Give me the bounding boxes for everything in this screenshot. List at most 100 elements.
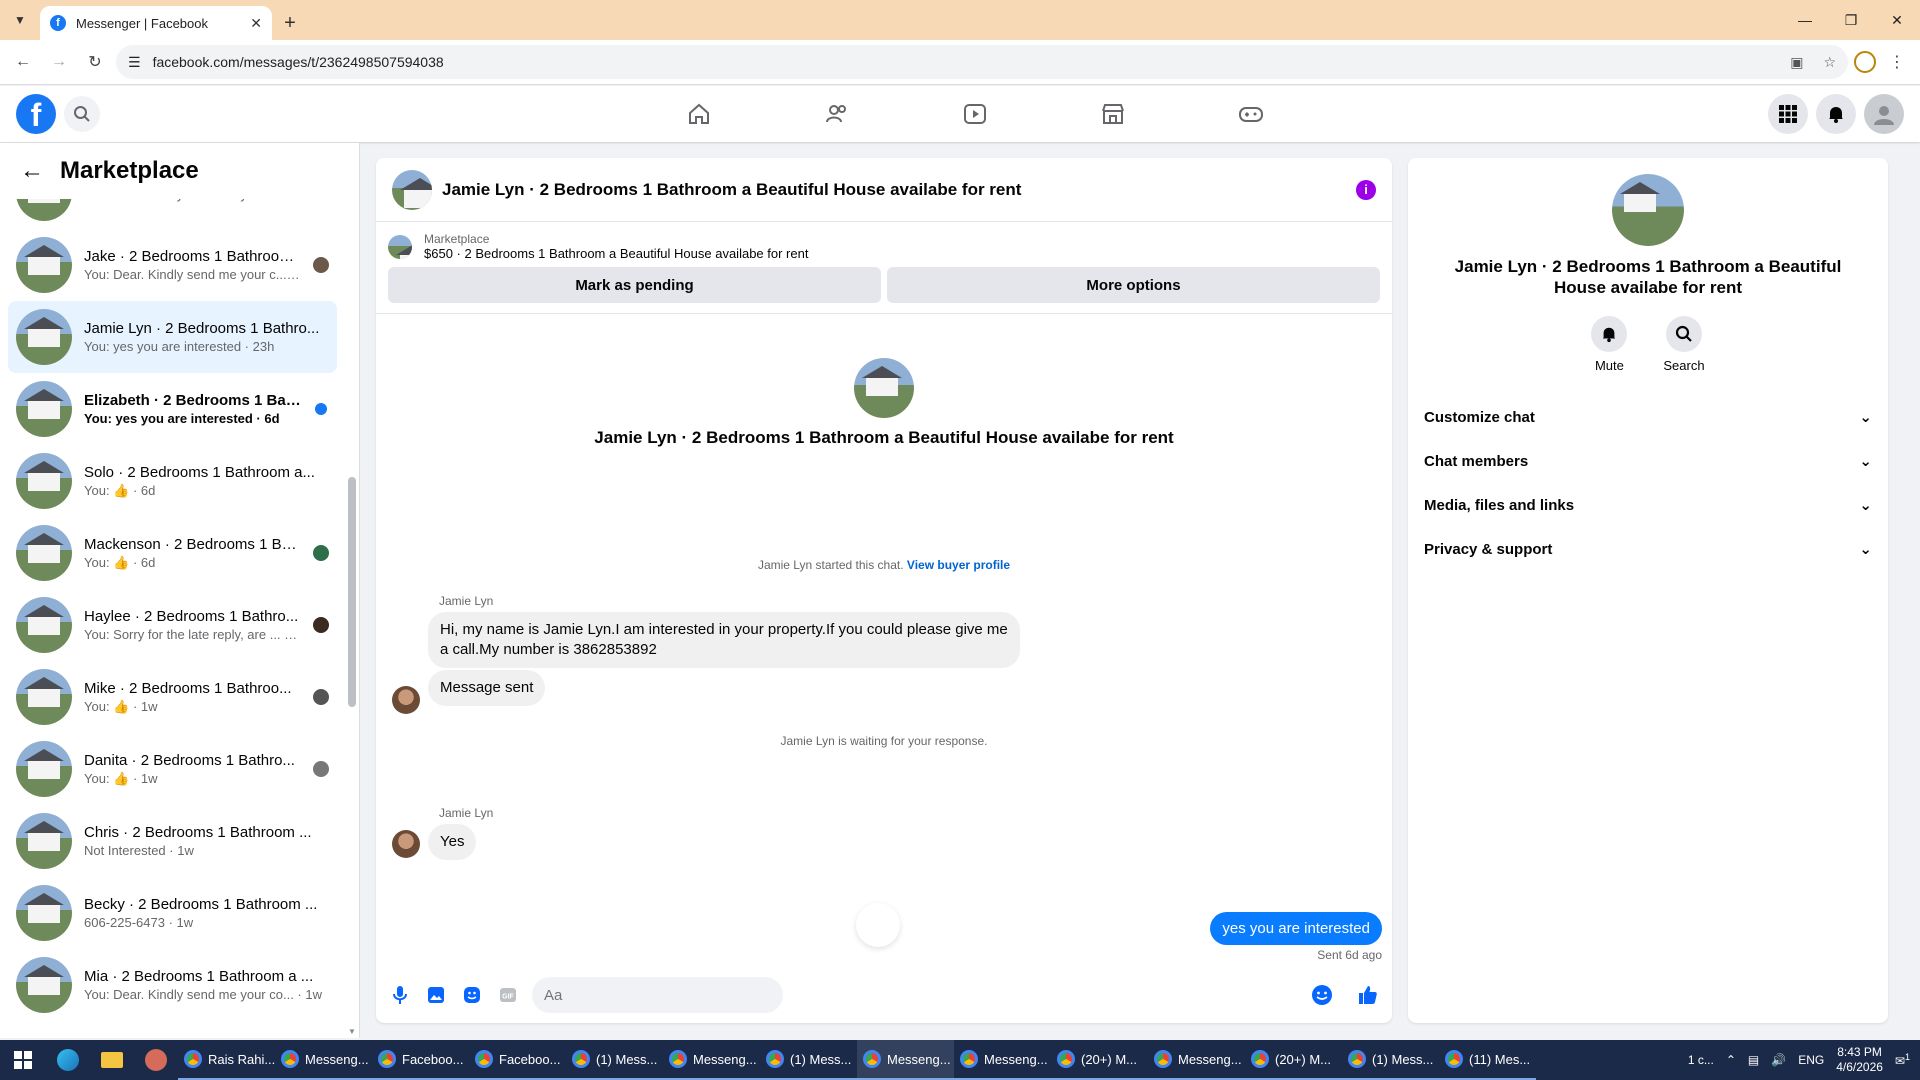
taskbar-app[interactable]: Messeng...: [663, 1040, 760, 1080]
chat-item[interactable]: Mackenson · 2 Bedrooms 1 Ba... You: 👍 · 6…: [8, 517, 337, 589]
reload-icon[interactable]: ↻: [80, 47, 110, 77]
mark-as-pending-button[interactable]: Mark as pending: [388, 267, 881, 303]
taskbar-app[interactable]: (1) Mess...: [760, 1040, 857, 1080]
mute-button[interactable]: Mute: [1591, 316, 1628, 373]
chat-list-scrollbar[interactable]: ▲ ▼: [348, 187, 356, 1037]
conversation-panel: Jamie Lyn · 2 Bedrooms 1 Bathroom a Beau…: [376, 158, 1392, 1023]
sender-avatar[interactable]: [392, 830, 420, 858]
conversation-title[interactable]: Jamie Lyn · 2 Bedrooms 1 Bathroom a Beau…: [442, 180, 1346, 200]
chat-item[interactable]: Jake · 2 Bedrooms 1 Bathroom... You: Dear…: [8, 229, 337, 301]
chat-list: You: Dear. Kindly send me your con... 6d…: [0, 157, 345, 1021]
gaming-icon[interactable]: [1182, 86, 1320, 142]
network-icon[interactable]: ▤: [1748, 1053, 1759, 1067]
taskbar-app[interactable]: (1) Mess...: [1342, 1040, 1439, 1080]
chat-item[interactable]: Becky · 2 Bedrooms 1 Bathroom ... 606-225…: [8, 877, 337, 949]
listing-thumbnail: [16, 741, 72, 797]
taskbar-app[interactable]: Messeng...: [275, 1040, 372, 1080]
info-avatar[interactable]: [1612, 174, 1684, 246]
marketplace-icon[interactable]: [1044, 86, 1182, 142]
taskbar-app[interactable]: Messeng...: [1148, 1040, 1245, 1080]
menu-grid-icon[interactable]: [1768, 94, 1808, 134]
sender-avatar[interactable]: [392, 686, 420, 714]
gif-icon[interactable]: GIF: [496, 983, 520, 1007]
language-indicator[interactable]: ENG: [1798, 1053, 1824, 1067]
facebook-logo-icon[interactable]: f: [16, 94, 56, 134]
bookmark-star-icon[interactable]: ☆: [1823, 54, 1836, 71]
windows-start-icon[interactable]: [0, 1040, 46, 1080]
listing-summary[interactable]: Marketplace $650 · 2 Bedrooms 1 Bathroom…: [388, 232, 1380, 261]
browser-tab-messenger[interactable]: f Messenger | Facebook ✕: [40, 6, 272, 40]
section-media-files-links[interactable]: Media, files and links ⌄: [1424, 483, 1872, 527]
close-window-icon[interactable]: ✕: [1874, 0, 1920, 40]
back-arrow-icon[interactable]: ←: [20, 157, 44, 185]
taskbar-app[interactable]: Faceboo...: [469, 1040, 566, 1080]
friends-icon[interactable]: [768, 86, 906, 142]
outgoing-message[interactable]: yes you are interested: [1210, 912, 1382, 945]
taskbar-app[interactable]: (20+) M...: [1051, 1040, 1148, 1080]
new-tab-plus-icon[interactable]: +: [272, 6, 308, 40]
tab-search-chevron-icon[interactable]: ▼: [0, 0, 40, 40]
minimize-icon[interactable]: —: [1782, 0, 1828, 40]
photo-attach-icon[interactable]: [424, 983, 448, 1007]
site-settings-icon[interactable]: ☰: [128, 54, 141, 71]
install-app-icon[interactable]: ▣: [1790, 54, 1803, 71]
incoming-message[interactable]: Yes: [428, 824, 477, 860]
section-chat-members[interactable]: Chat members ⌄: [1424, 439, 1872, 483]
forward-arrow-icon[interactable]: →: [44, 47, 74, 77]
section-privacy-support[interactable]: Privacy & support ⌄: [1424, 527, 1872, 571]
view-buyer-profile-link[interactable]: View buyer profile: [907, 558, 1010, 572]
taskbar-app[interactable]: Messeng...: [954, 1040, 1051, 1080]
info-icon[interactable]: i: [1356, 179, 1376, 200]
chat-item[interactable]: Mia · 2 Bedrooms 1 Bathroom a ... You: De…: [8, 949, 337, 1021]
back-arrow-icon[interactable]: ←: [8, 47, 38, 77]
emoji-icon[interactable]: [1310, 983, 1334, 1012]
watch-video-icon[interactable]: [906, 86, 1044, 142]
incoming-message[interactable]: Hi, my name is Jamie Lyn.I am interested…: [428, 612, 1020, 668]
scroll-to-bottom-indicator[interactable]: [856, 903, 900, 947]
scrollbar-thumb[interactable]: [348, 477, 356, 707]
tray-weather-text[interactable]: 1 c...: [1688, 1053, 1714, 1067]
volume-icon[interactable]: 🔊: [1771, 1053, 1786, 1067]
browser-menu-icon[interactable]: ⋮: [1882, 47, 1912, 77]
scroll-down-arrow-icon[interactable]: ▼: [348, 1027, 356, 1036]
restore-icon[interactable]: ❐: [1828, 0, 1874, 40]
chat-item[interactable]: Mike · 2 Bedrooms 1 Bathroo... You: 👍 · 1…: [8, 661, 337, 733]
chat-item[interactable]: Solo · 2 Bedrooms 1 Bathroom a... You: 👍 …: [8, 445, 337, 517]
taskbar-app-active[interactable]: Messeng...: [857, 1040, 954, 1080]
microphone-icon[interactable]: [388, 983, 412, 1007]
more-options-button[interactable]: More options: [887, 267, 1380, 303]
chat-item[interactable]: Elizabeth · 2 Bedrooms 1 Bathr... You: ye…: [8, 373, 337, 445]
notification-center-icon[interactable]: ✉1: [1895, 1052, 1910, 1068]
chat-item[interactable]: Haylee · 2 Bedrooms 1 Bathro... You: Sorr…: [8, 589, 337, 661]
sticker-icon[interactable]: [460, 983, 484, 1007]
clock[interactable]: 8:43 PM 4/6/2026: [1836, 1045, 1883, 1075]
facebook-search-icon[interactable]: [64, 96, 100, 132]
message-input-wrapper: [532, 977, 1344, 1013]
url-omnibox[interactable]: ☰ facebook.com/messages/t/23624985075940…: [116, 45, 1848, 79]
browser-profile-icon[interactable]: [1854, 51, 1876, 73]
edge-browser-icon[interactable]: [46, 1040, 90, 1080]
section-customize-chat[interactable]: Customize chat ⌄: [1424, 395, 1872, 439]
chat-item[interactable]: Chris · 2 Bedrooms 1 Bathroom ... Not Int…: [8, 805, 337, 877]
chat-item-selected[interactable]: Jamie Lyn · 2 Bedrooms 1 Bathro... You: y…: [8, 301, 337, 373]
incoming-message[interactable]: Message sent: [428, 670, 546, 706]
listing-thumbnail: [16, 813, 72, 869]
search-in-chat-button[interactable]: Search: [1663, 316, 1705, 373]
account-avatar-icon[interactable]: [1864, 94, 1904, 134]
notifications-bell-icon[interactable]: [1816, 94, 1856, 134]
taskbar-app[interactable]: (20+) M...: [1245, 1040, 1342, 1080]
tray-chevron-up-icon[interactable]: ⌃: [1726, 1053, 1736, 1067]
file-explorer-icon[interactable]: [90, 1040, 134, 1080]
taskbar-app[interactable]: (1) Mess...: [566, 1040, 663, 1080]
app-icon[interactable]: [134, 1040, 178, 1080]
tab-close-icon[interactable]: ✕: [250, 15, 262, 32]
conversation-avatar[interactable]: [392, 169, 432, 210]
home-icon[interactable]: [630, 86, 768, 142]
chat-name: Mike · 2 Bedrooms 1 Bathroo...: [84, 679, 292, 697]
like-thumb-icon[interactable]: [1356, 983, 1380, 1007]
taskbar-app[interactable]: Rais Rahi...: [178, 1040, 275, 1080]
message-input[interactable]: [532, 977, 783, 1013]
taskbar-app[interactable]: (11) Mes...: [1439, 1040, 1536, 1080]
chat-item[interactable]: Danita · 2 Bedrooms 1 Bathro... You: 👍 · …: [8, 733, 337, 805]
taskbar-app[interactable]: Faceboo...: [372, 1040, 469, 1080]
